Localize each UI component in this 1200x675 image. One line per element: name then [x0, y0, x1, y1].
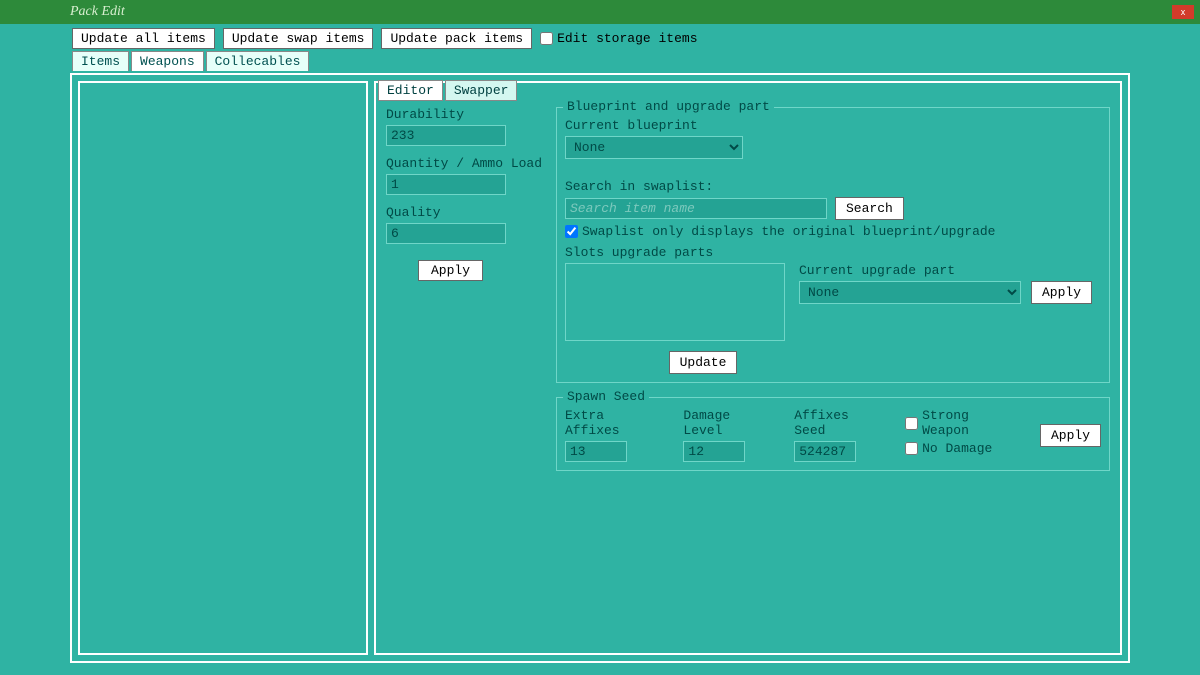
stats-form: Durability Quantity / Ammo Load Quality … [386, 107, 546, 485]
spawn-seed-group: Spawn Seed Extra Affixes Damage Level Af… [556, 397, 1110, 471]
no-damage-row[interactable]: No Damage [905, 441, 1020, 456]
blueprint-legend: Blueprint and upgrade part [563, 99, 774, 114]
tab-items[interactable]: Items [72, 51, 129, 71]
update-swap-button[interactable]: Update swap items [223, 28, 374, 49]
no-damage-checkbox[interactable] [905, 442, 918, 455]
affixes-seed-label: Affixes Seed [794, 408, 885, 438]
upgrade-apply-button[interactable]: Apply [1031, 281, 1092, 304]
groups-column: Blueprint and upgrade part Current bluep… [556, 107, 1110, 485]
strong-weapon-checkbox[interactable] [905, 417, 918, 430]
slots-label: Slots upgrade parts [565, 245, 1101, 260]
close-icon: x [1181, 7, 1186, 17]
search-input[interactable] [565, 198, 827, 219]
tab-collecables[interactable]: Collecables [206, 51, 310, 71]
titlebar: Pack Edit x [0, 0, 1200, 24]
tab-editor[interactable]: Editor [378, 80, 443, 101]
edit-storage-checkbox-row[interactable]: Edit storage items [540, 31, 697, 46]
durability-label: Durability [386, 107, 546, 122]
search-button[interactable]: Search [835, 197, 904, 220]
update-all-button[interactable]: Update all items [72, 28, 215, 49]
blueprint-update-button[interactable]: Update [669, 351, 738, 374]
current-blueprint-select[interactable]: None [565, 136, 743, 159]
editor-panel: Editor Swapper Durability Quantity / Amm… [374, 81, 1122, 655]
stats-apply-button[interactable]: Apply [418, 260, 483, 281]
upgrade-col: Current upgrade part None Apply [799, 263, 1101, 304]
no-damage-label: No Damage [922, 441, 992, 456]
swaplist-only-row[interactable]: Swaplist only displays the original blue… [565, 224, 995, 239]
update-pack-button[interactable]: Update pack items [381, 28, 532, 49]
main-tabs: Items Weapons Collecables [0, 51, 1200, 71]
inner-tabs: Editor Swapper [378, 80, 517, 101]
spawn-apply-button[interactable]: Apply [1040, 424, 1101, 447]
upgrade-label: Current upgrade part [799, 263, 1101, 278]
search-col: Search in swaplist: Search Swaplist only… [565, 179, 995, 239]
work-area: Editor Swapper Durability Quantity / Amm… [70, 73, 1130, 663]
search-label: Search in swaplist: [565, 179, 995, 194]
edit-storage-label: Edit storage items [557, 31, 697, 46]
damage-level-label: Damage Level [683, 408, 774, 438]
durability-input[interactable] [386, 125, 506, 146]
edit-storage-checkbox[interactable] [540, 32, 553, 45]
quality-input[interactable] [386, 223, 506, 244]
swaplist-only-checkbox[interactable] [565, 225, 578, 238]
spawn-legend: Spawn Seed [563, 389, 649, 404]
quantity-input[interactable] [386, 174, 506, 195]
current-blueprint-col: Current blueprint None [565, 118, 743, 159]
strong-weapon-row[interactable]: Strong Weapon [905, 408, 1020, 438]
current-blueprint-label: Current blueprint [565, 118, 743, 133]
slots-listbox[interactable] [565, 263, 785, 341]
toolbar: Update all items Update swap items Updat… [0, 24, 1200, 51]
extra-affixes-input[interactable] [565, 441, 627, 462]
extra-affixes-label: Extra Affixes [565, 408, 663, 438]
strong-weapon-label: Strong Weapon [922, 408, 1020, 438]
quality-label: Quality [386, 205, 546, 220]
quantity-label: Quantity / Ammo Load [386, 156, 546, 171]
damage-level-input[interactable] [683, 441, 745, 462]
item-list-panel[interactable] [78, 81, 368, 655]
blueprint-group: Blueprint and upgrade part Current bluep… [556, 107, 1110, 383]
affixes-seed-input[interactable] [794, 441, 856, 462]
editor-body: Durability Quantity / Ammo Load Quality … [376, 83, 1120, 495]
tab-swapper[interactable]: Swapper [445, 80, 518, 101]
close-button[interactable]: x [1172, 5, 1194, 19]
tab-weapons[interactable]: Weapons [131, 51, 204, 71]
window-title: Pack Edit [70, 4, 125, 20]
swaplist-only-label: Swaplist only displays the original blue… [582, 224, 995, 239]
upgrade-select[interactable]: None [799, 281, 1021, 304]
